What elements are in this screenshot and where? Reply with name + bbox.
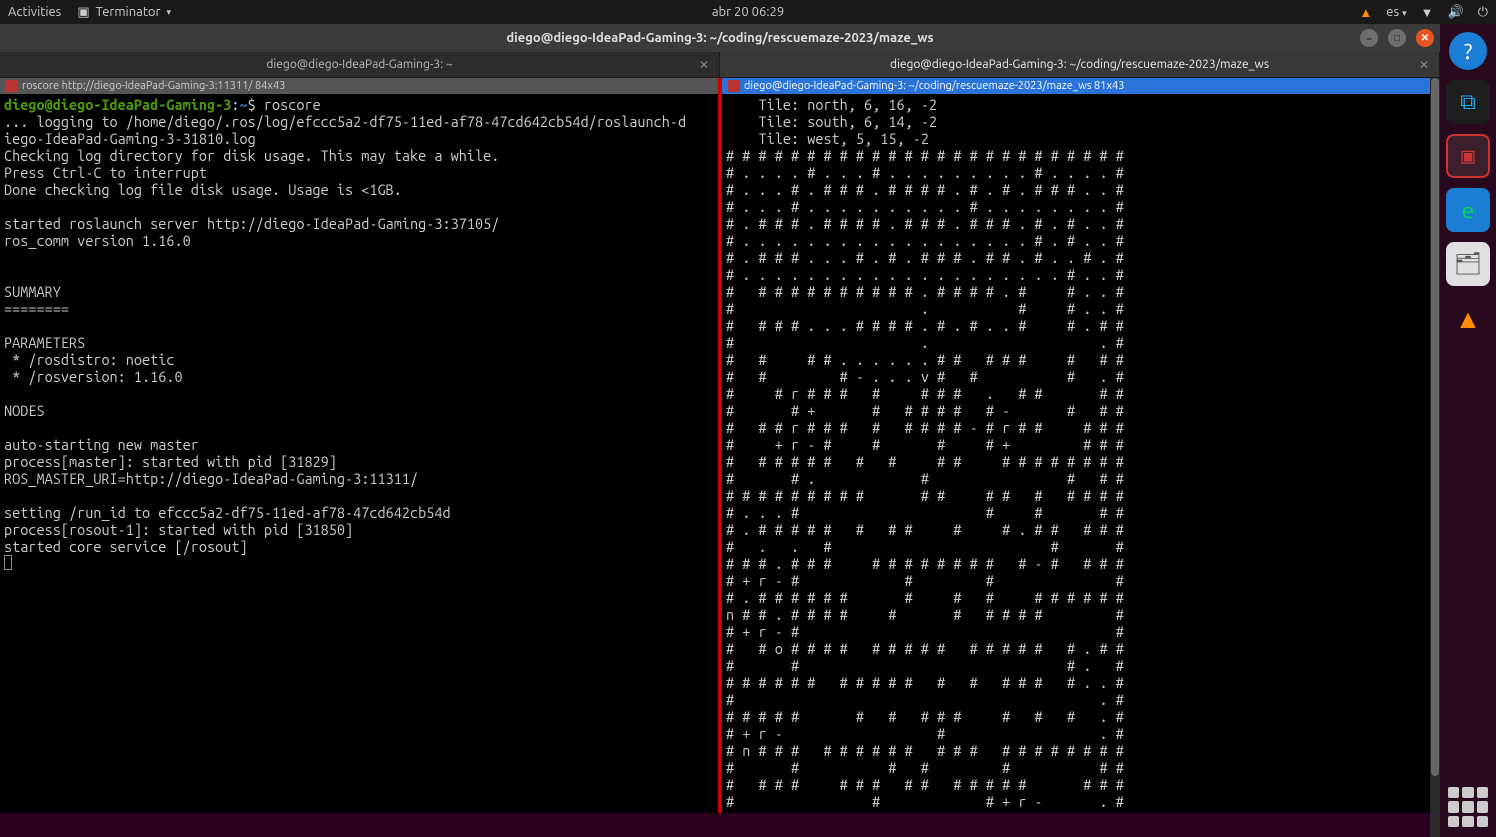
minimize-button[interactable]: –	[1360, 29, 1378, 47]
gnome-topbar: Activities ▣ Terminator ▾ abr 20 06:29 ▲…	[0, 0, 1496, 24]
files-icon[interactable]: 🗂	[1446, 242, 1490, 286]
terminal-left[interactable]: diego@diego-IdeaPad-Gaming-3:~$ roscore …	[0, 94, 718, 813]
close-icon[interactable]: ✕	[699, 58, 709, 72]
vlc-tray-icon[interactable]: ▲	[1359, 5, 1372, 20]
maximize-button[interactable]: □	[1388, 29, 1406, 47]
scrollbar[interactable]	[1430, 78, 1440, 837]
vlc-icon[interactable]: ▲	[1446, 296, 1490, 340]
pane-title-right: diego@diego-IdeaPad-Gaming-3: ~/coding/r…	[722, 78, 1440, 94]
keyboard-layout-indicator[interactable]: es ▾	[1386, 5, 1406, 19]
tab-1[interactable]: diego@diego-IdeaPad-Gaming-3: ~ ✕	[0, 52, 720, 77]
tab-label: diego@diego-IdeaPad-Gaming-3: ~/coding/r…	[890, 58, 1269, 71]
split-panes: roscore http://diego-IdeaPad-Gaming-3:11…	[0, 78, 1440, 813]
wifi-icon[interactable]: ▼	[1421, 5, 1434, 20]
left-pane[interactable]: roscore http://diego-IdeaPad-Gaming-3:11…	[0, 78, 722, 813]
window-title: diego@diego-IdeaPad-Gaming-3: ~/coding/r…	[506, 31, 933, 45]
right-pane[interactable]: diego@diego-IdeaPad-Gaming-3: ~/coding/r…	[722, 78, 1440, 813]
chevron-down-icon: ▾	[166, 7, 171, 18]
tab-bar: diego@diego-IdeaPad-Gaming-3: ~ ✕ diego@…	[0, 52, 1440, 78]
tab-2[interactable]: diego@diego-IdeaPad-Gaming-3: ~/coding/r…	[720, 52, 1440, 77]
terminator-dock-icon[interactable]: ▣	[1446, 134, 1490, 178]
volume-icon[interactable]: 🔊	[1448, 5, 1464, 20]
vscode-icon[interactable]: ⧉	[1446, 80, 1490, 124]
pane-title-left: roscore http://diego-IdeaPad-Gaming-3:11…	[0, 78, 718, 94]
clock[interactable]: abr 20 06:29	[712, 5, 784, 19]
terminator-window: diego@diego-IdeaPad-Gaming-3: ~/coding/r…	[0, 24, 1440, 837]
app-name-label: Terminator	[96, 5, 161, 19]
close-icon[interactable]: ✕	[1419, 58, 1429, 72]
help-icon[interactable]: ?	[1449, 32, 1487, 70]
dock: ? ⧉ ▣ e 🗂 ▲	[1440, 24, 1496, 837]
terminal-right[interactable]: Tile: north, 6, 16, -2 Tile: south, 6, 1…	[722, 94, 1440, 813]
activities-button[interactable]: Activities	[8, 5, 61, 19]
show-apps-button[interactable]	[1448, 787, 1488, 827]
power-icon[interactable]: ⏻	[1478, 5, 1488, 20]
terminator-icon: ▣	[77, 5, 89, 20]
pane-icon	[6, 80, 18, 92]
pane-title-text: diego@diego-IdeaPad-Gaming-3: ~/coding/r…	[744, 80, 1124, 92]
close-button[interactable]: ✕	[1416, 29, 1434, 47]
window-titlebar: diego@diego-IdeaPad-Gaming-3: ~/coding/r…	[0, 24, 1440, 52]
app-menu[interactable]: ▣ Terminator ▾	[77, 5, 171, 20]
pane-title-text: roscore http://diego-IdeaPad-Gaming-3:11…	[22, 80, 285, 92]
pane-icon	[728, 80, 740, 92]
tab-label: diego@diego-IdeaPad-Gaming-3: ~	[266, 58, 452, 71]
edge-icon[interactable]: e	[1446, 188, 1490, 232]
scrollbar-thumb[interactable]	[1431, 78, 1439, 776]
